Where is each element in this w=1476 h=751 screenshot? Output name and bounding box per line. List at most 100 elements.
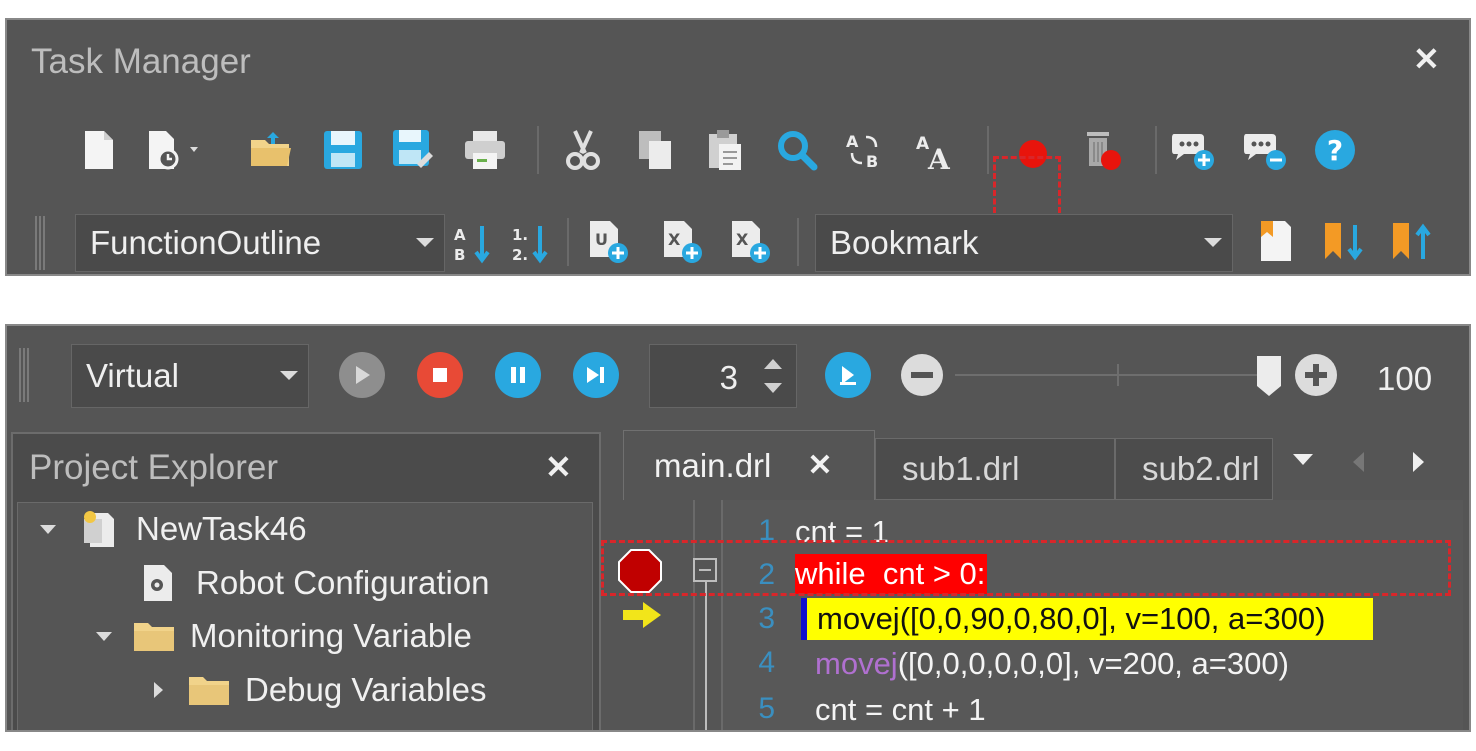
project-tree: NewTask46 Robot Configuration Monitoring… (17, 502, 593, 730)
pause-button[interactable] (495, 352, 541, 398)
help-icon[interactable]: ? (1311, 126, 1359, 174)
remove-comment-icon[interactable] (1241, 126, 1289, 174)
bookmark-dropdown[interactable]: Bookmark (815, 214, 1233, 272)
tab-sub2-drl[interactable]: sub2.drl (1115, 438, 1273, 500)
line-number: 3 (758, 602, 775, 635)
add-bookmark-icon[interactable] (1251, 218, 1299, 266)
save-as-icon[interactable] (389, 126, 437, 174)
breakpoint-gutter[interactable] (613, 500, 695, 730)
svg-text:X: X (736, 230, 749, 249)
toolbar-separator (1155, 126, 1157, 174)
toolbar-gripper[interactable] (35, 216, 47, 270)
run-to-line-button[interactable] (825, 352, 871, 398)
zoom-in-button[interactable] (1295, 354, 1337, 396)
tab-label: main.drl (654, 446, 772, 484)
project-explorer-panel: Project Explorer ✕ NewTask46 Robot Confi… (11, 432, 601, 730)
svg-text:A: A (846, 132, 859, 151)
folder-icon (189, 677, 229, 705)
play-icon (356, 366, 370, 384)
svg-text:B: B (454, 246, 465, 264)
step-button[interactable] (573, 352, 619, 398)
tree-item-monitoring-variable[interactable]: Monitoring Variable (96, 617, 472, 655)
function-outline-dropdown[interactable]: FunctionOutline (75, 214, 445, 272)
tab-main-drl[interactable]: main.drl ✕ (623, 430, 875, 500)
tab-sub1-drl[interactable]: sub1.drl (875, 438, 1115, 500)
speed-slider-track[interactable] (955, 374, 1275, 376)
svg-text:U: U (595, 230, 608, 249)
fold-column (693, 500, 723, 730)
svg-text:A: A (454, 226, 466, 244)
speed-slider-handle[interactable] (1255, 354, 1283, 403)
collapse-arrow-icon[interactable] (154, 682, 163, 698)
code-line: cnt = cnt + 1 (815, 692, 986, 727)
bookmark-value: Bookmark (830, 224, 979, 261)
tree-item-robot-configuration[interactable]: Robot Configuration (142, 563, 490, 603)
open-folder-icon[interactable] (247, 126, 295, 174)
add-global-icon[interactable]: X (727, 218, 775, 266)
run-mode-dropdown[interactable]: Virtual (71, 344, 309, 408)
editor-panel: Virtual 3 100 Project Explorer ✕ NewTask… (5, 324, 1471, 732)
svg-text:2.: 2. (512, 246, 528, 264)
previous-bookmark-icon[interactable] (1389, 218, 1437, 266)
tab-close-icon[interactable]: ✕ (807, 448, 832, 483)
chevron-down-icon (416, 238, 434, 247)
line-number: 4 (758, 646, 775, 679)
add-class-icon[interactable]: X (659, 218, 707, 266)
code-area[interactable]: 1 cnt = 1 2 while cnt > 0: 3 movej([0,0,… (613, 500, 1463, 730)
tab-label: sub1.drl (902, 450, 1020, 487)
svg-text:A: A (927, 143, 951, 171)
tree-item-label: Robot Configuration (196, 564, 490, 601)
project-explorer-close-icon[interactable]: ✕ (545, 448, 572, 486)
code-lines[interactable]: 1 cnt = 1 2 while cnt > 0: 3 movej([0,0,… (723, 500, 1463, 730)
sort-numeric-icon[interactable]: 1. 2. (507, 220, 555, 268)
stepper-up-icon[interactable] (764, 359, 782, 369)
svg-text:B: B (866, 152, 878, 171)
paste-icon[interactable] (701, 126, 749, 174)
play-button[interactable] (339, 352, 385, 398)
stop-button[interactable] (417, 352, 463, 398)
tree-item-label: NewTask46 (136, 510, 307, 547)
code-line: movej([0,0,0,0,0,0], v=200, a=300) (815, 646, 1289, 682)
new-file-icon[interactable] (75, 126, 123, 174)
next-bookmark-icon[interactable] (1321, 218, 1369, 266)
step-count-stepper[interactable]: 3 (649, 344, 797, 408)
task-manager-title: Task Manager (31, 42, 251, 81)
search-icon[interactable] (773, 126, 821, 174)
tree-item-task[interactable]: NewTask46 (40, 509, 307, 549)
add-function-icon[interactable]: U (585, 218, 633, 266)
svg-text:1.: 1. (512, 226, 528, 244)
plus-icon (1305, 364, 1327, 386)
folder-icon (134, 623, 174, 651)
step-count-value: 3 (719, 359, 738, 396)
task-manager-close-icon[interactable]: ✕ (1413, 40, 1440, 78)
toolbar-separator (987, 126, 989, 174)
cut-icon[interactable] (559, 126, 607, 174)
current-line-arrow-icon (623, 602, 661, 628)
tab-list-dropdown-icon[interactable] (1293, 454, 1313, 465)
chevron-down-icon (280, 371, 298, 380)
add-comment-icon[interactable] (1169, 126, 1217, 174)
toolbar-separator (537, 126, 539, 174)
toolbar-gripper[interactable] (19, 348, 31, 402)
function-outline-value: FunctionOutline (90, 224, 322, 261)
zoom-out-button[interactable] (901, 354, 943, 396)
code-token: ([0,0,0,0,0,0], v=200, a=300) (897, 646, 1289, 681)
copy-icon[interactable] (631, 126, 679, 174)
speed-value: 100 (1377, 360, 1433, 397)
stepper-down-icon[interactable] (764, 383, 782, 393)
replace-icon[interactable]: AB (841, 126, 889, 174)
pause-icon (511, 367, 525, 383)
task-file-icon (84, 511, 114, 547)
font-size-icon[interactable]: AA (911, 126, 959, 174)
print-icon[interactable] (461, 126, 509, 174)
tree-item-debug-variables[interactable]: Debug Variables (154, 671, 487, 709)
sort-alphabetical-icon[interactable]: AB (449, 220, 497, 268)
expand-arrow-icon[interactable] (40, 524, 56, 534)
clear-breakpoints-icon[interactable] (1079, 126, 1127, 174)
tab-scroll-right-icon[interactable] (1413, 452, 1424, 472)
expand-arrow-icon[interactable] (96, 631, 112, 641)
save-icon[interactable] (319, 126, 367, 174)
tab-scroll-left-icon[interactable] (1353, 452, 1364, 472)
new-from-template-icon[interactable] (143, 126, 213, 174)
run-to-line-icon (840, 366, 856, 385)
